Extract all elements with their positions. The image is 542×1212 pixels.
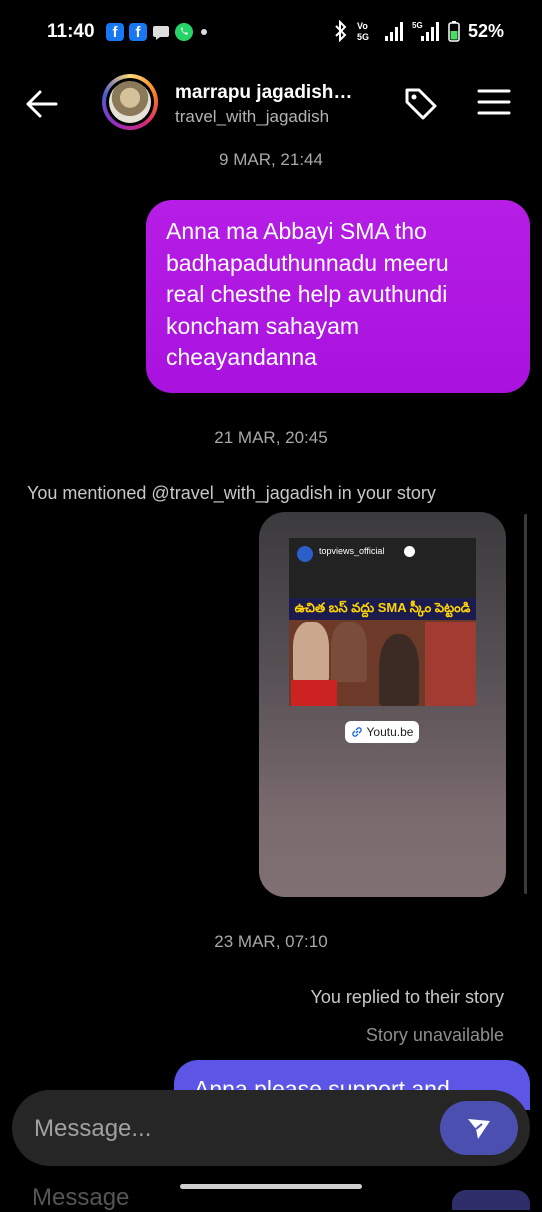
link-label: Youtu.be <box>366 725 414 739</box>
facebook-icon: f <box>129 23 147 41</box>
sent-message-bubble[interactable]: Anna ma Abbayi SMA tho badhapaduthunnadu… <box>146 200 530 393</box>
timestamp: 21 MAR, 20:45 <box>214 428 328 447</box>
dot-icon <box>201 29 207 35</box>
signal-icon <box>384 22 403 41</box>
link-sticker[interactable]: Youtu.be <box>345 721 419 743</box>
tag-icon[interactable] <box>402 84 440 122</box>
back-arrow-icon[interactable] <box>22 84 62 124</box>
video-thumbnail[interactable]: ఉచిత బస్ వద్దు SMA స్కీం పెట్టండి <box>289 598 476 706</box>
whatsapp-icon <box>175 23 193 41</box>
facebook-icon: f <box>106 23 124 41</box>
svg-text:Vo: Vo <box>357 21 368 31</box>
reply-note: You replied to their story <box>310 987 504 1007</box>
story-account: topviews_official <box>319 546 385 556</box>
signal-5g-icon: 5G <box>412 21 439 41</box>
contact-username[interactable]: travel_with_jagadish <box>175 107 329 127</box>
send-icon <box>468 1119 490 1139</box>
send-button[interactable] <box>440 1101 518 1155</box>
chat-header: marrapu jagadish… travel_with_jagadish <box>0 64 542 144</box>
story-header: topviews_official <box>289 538 476 598</box>
status-bar: 11:40 f f Vo 5G 5G 52% <box>0 0 542 64</box>
contact-name[interactable]: marrapu jagadish… <box>175 82 352 104</box>
timestamp: 23 MAR, 07:10 <box>214 932 328 951</box>
message-line: Anna ma Abbayi SMA tho <box>166 218 427 244</box>
story-unavailable-note: Story unavailable <box>365 1025 504 1045</box>
timestamp: 9 MAR, 21:44 <box>219 150 323 169</box>
volte-icon: Vo 5G <box>357 21 369 42</box>
message-composer <box>12 1090 530 1166</box>
battery-icon <box>448 21 460 42</box>
battery-percentage: 52% <box>467 20 504 41</box>
scrollbar[interactable] <box>524 514 527 894</box>
story-avatar <box>297 546 313 562</box>
menu-icon[interactable] <box>476 84 512 120</box>
message-input[interactable] <box>32 1108 416 1150</box>
home-indicator[interactable] <box>180 1184 362 1189</box>
story-mention-card[interactable]: topviews_official ఉచిత బస్ వద్దు SMA స్క… <box>259 512 506 897</box>
mention-note: You mentioned @travel_with_jagadish in y… <box>27 483 436 503</box>
chat-bubble-icon <box>153 26 169 40</box>
avatar[interactable] <box>102 74 158 130</box>
svg-text:5G: 5G <box>412 21 423 30</box>
thumbnail-title: ఉచిత బస్ వద్దు SMA స్కీం పెట్టండి <box>289 598 476 620</box>
svg-text:5G: 5G <box>357 32 369 42</box>
message-line: cheayandanna <box>166 344 317 370</box>
status-time: 11:40 <box>47 21 95 42</box>
verified-badge-icon <box>404 546 415 557</box>
profile-photo <box>109 81 151 123</box>
composer-shadow-text: Message <box>32 1184 130 1211</box>
message-line: koncham sahayam <box>166 312 360 339</box>
bluetooth-icon <box>335 20 347 42</box>
message-line: badhapaduthunnadu meeru <box>166 249 449 276</box>
message-line: real chesthe help avuthundi <box>166 281 448 307</box>
link-icon <box>351 727 362 737</box>
